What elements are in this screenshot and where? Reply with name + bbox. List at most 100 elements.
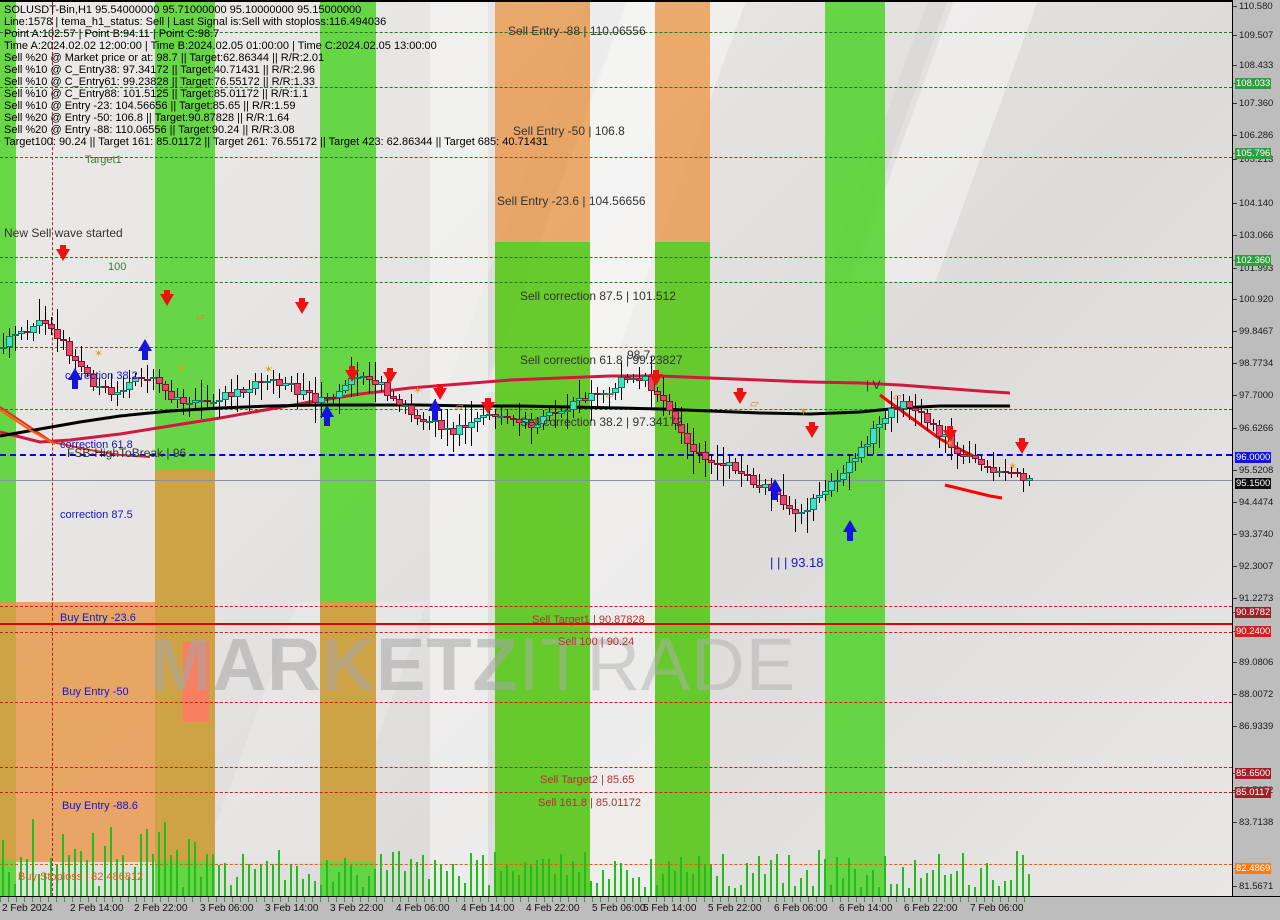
time-tick <box>920 897 921 902</box>
volume-bar <box>134 866 136 896</box>
price-highlight-label[interactable]: 90.2400 <box>1235 626 1272 637</box>
volume-bar <box>800 877 802 896</box>
candle-wick <box>339 383 340 414</box>
time-tick <box>560 897 561 902</box>
volume-bar <box>896 884 898 896</box>
time-tick <box>136 897 137 902</box>
price-highlight-label[interactable]: 102.360 <box>1235 255 1272 266</box>
time-tick <box>1024 897 1025 902</box>
time-tick <box>72 897 73 902</box>
time-tick <box>160 897 161 902</box>
time-tick <box>312 897 313 902</box>
candle-wick <box>219 389 220 419</box>
star-marker: ✶ <box>264 364 274 376</box>
volume-bar <box>98 886 100 896</box>
time-tick <box>528 897 529 902</box>
volume-bar <box>848 858 850 896</box>
price-highlight-label[interactable]: 95.1500 <box>1235 478 1272 489</box>
price-highlight-label[interactable]: 108.033 <box>1235 78 1272 89</box>
price-tick-mark <box>1233 268 1237 269</box>
volume-bar <box>416 862 418 896</box>
volume-bar <box>212 853 214 896</box>
time-tick <box>720 897 721 902</box>
time-tick <box>264 897 265 902</box>
time-tick <box>408 897 409 902</box>
star-marker: ✶ <box>945 438 955 450</box>
volume-bar <box>578 872 580 896</box>
price-tick-mark <box>1233 299 1237 300</box>
volume-bar <box>704 864 706 896</box>
candle-wick <box>309 381 310 406</box>
time-tick <box>248 897 249 902</box>
candle-wick <box>807 497 808 534</box>
price-highlight-label[interactable]: 90.8782 <box>1235 607 1272 618</box>
sell-signal-arrow <box>345 366 359 382</box>
time-tick <box>592 897 593 902</box>
volume-bar <box>794 886 796 896</box>
candle-wick <box>747 464 748 481</box>
price-tick-label: 92.3007 <box>1239 561 1274 572</box>
volume-bar <box>14 883 16 896</box>
volume-bar <box>326 859 328 896</box>
volume-bar <box>674 871 676 896</box>
candle-wick <box>723 446 724 487</box>
sell-signal-arrow <box>56 245 70 261</box>
volume-bar <box>446 870 448 896</box>
price-highlight-label[interactable]: 105.796 <box>1235 148 1272 159</box>
candle-wick <box>855 453 856 471</box>
time-tick <box>816 897 817 902</box>
volume-bar <box>740 884 742 896</box>
price-highlight-label[interactable]: 96.0000 <box>1235 452 1272 463</box>
candle-wick <box>795 499 796 533</box>
time-tick <box>624 897 625 902</box>
candle-wick <box>579 380 580 413</box>
candle-wick <box>711 453 712 474</box>
time-tick <box>128 897 129 902</box>
volume-bar <box>62 833 64 896</box>
volume-bar <box>80 850 82 896</box>
volume-bar <box>788 855 790 896</box>
price-tick-label: 100.920 <box>1239 294 1274 305</box>
time-tick <box>752 897 753 902</box>
candle-wick <box>21 327 22 341</box>
time-tick <box>64 897 65 902</box>
sell-signal-arrow <box>481 398 495 414</box>
time-tick <box>992 897 993 902</box>
price-highlight-label[interactable]: 85.0117 <box>1235 787 1271 798</box>
time-tick <box>208 897 209 902</box>
time-tick <box>872 897 873 902</box>
price-highlight-label[interactable]: 85.6500 <box>1235 768 1272 779</box>
header-line-11: Target100: 90.24 || Target 161: 85.01172… <box>4 136 549 148</box>
volume-bar <box>248 863 250 896</box>
volume-bar <box>236 877 238 896</box>
volume-bar <box>194 842 196 896</box>
time-tick <box>296 897 297 902</box>
price-tick-label: 94.4474 <box>1239 497 1274 508</box>
price-highlight-label[interactable]: 82.4869 <box>1235 863 1272 874</box>
volume-bar <box>392 851 394 896</box>
star-marker: ✶ <box>799 406 809 418</box>
volume-bar <box>854 869 856 896</box>
volume-bar <box>722 853 724 896</box>
time-scale[interactable]: 2 Feb 2024 2 Feb 14:00 2 Feb 22:00 3 Feb 06… <box>0 896 1280 920</box>
time-tick <box>808 897 809 902</box>
price-scale[interactable]: 110.580 109.507 108.433 107.360 106.286 105.2… <box>1232 0 1280 896</box>
volume-bar <box>536 860 538 896</box>
volume-bar <box>908 887 910 896</box>
candle-wick <box>825 479 826 501</box>
header-line-7: Sell %10 @ C_Entry88: 101.5125 || Target… <box>4 88 309 100</box>
candle-wick <box>603 389 604 403</box>
time-tick <box>728 897 729 902</box>
candle-wick <box>363 372 364 386</box>
time-tick <box>32 897 33 902</box>
candle-wick <box>39 298 40 334</box>
star-marker: ✶ <box>1008 461 1018 473</box>
header-line-10: Sell %20 @ Entry -88: 110.06556 || Targe… <box>4 124 295 136</box>
time-tick <box>152 897 153 902</box>
volume-bar <box>356 874 358 896</box>
time-tick <box>8 897 9 902</box>
volume-bar <box>398 851 400 896</box>
chart-plot-area[interactable]: MARKETZITRADE ✶ ✶ ✶ ✶ ✶ ✶ ✶ ✶ ▱ ▱ ▱ ▱ ▱ … <box>0 0 1232 896</box>
price-tick-label: 95.5208 <box>1239 465 1274 476</box>
volume-bar <box>890 884 892 896</box>
